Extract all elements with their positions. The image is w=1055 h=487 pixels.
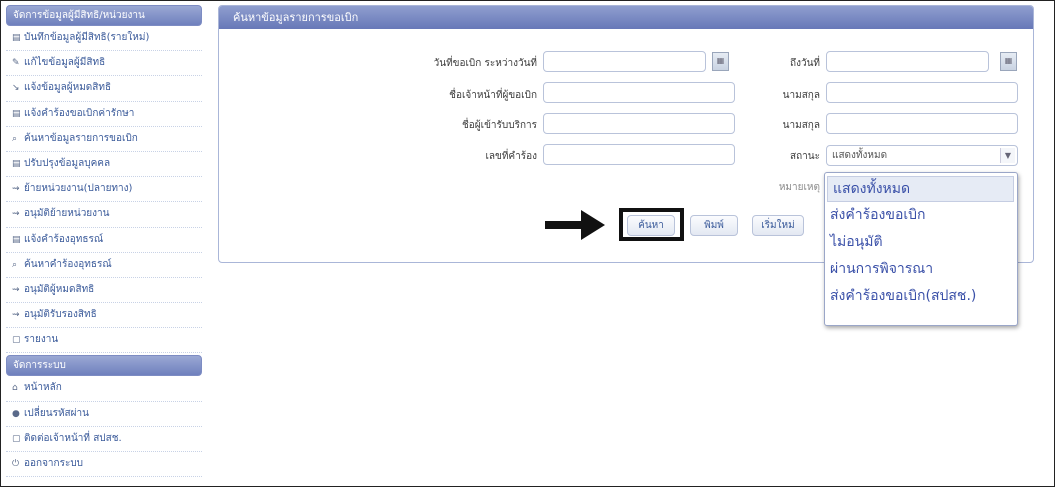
- sidebar-item-system-0[interactable]: ⌂ หน้าหลัก: [6, 376, 202, 402]
- date-to-input[interactable]: [826, 51, 989, 72]
- sidebar-item-label: แจ้งคำร้องอุทธรณ์: [24, 233, 104, 245]
- officer-name-input[interactable]: [543, 82, 735, 103]
- request-no-label: เลขที่คำร้อง: [485, 151, 537, 162]
- annotation-arrow-icon: [545, 210, 605, 240]
- menu-icon: ●: [12, 408, 20, 419]
- sidebar-item-records-11[interactable]: ⇝ อนุมัติรับรองสิทธิ: [6, 303, 202, 329]
- reset-button[interactable]: เริ่มใหม่: [752, 215, 804, 236]
- status-select-value: แสดงทั้งหมด: [832, 150, 888, 161]
- sidebar-item-label: ติดต่อเจ้าหน้าที่ สปสช.: [24, 432, 122, 444]
- panel-title: ค้นหาข้อมูลรายการขอเบิก: [219, 6, 1033, 29]
- menu-icon: ▢: [12, 335, 21, 346]
- officer-surname-label: นามสกุล: [782, 90, 820, 101]
- menu-icon: ⌕: [12, 133, 18, 144]
- sidebar-item-records-10[interactable]: ⇝ อนุมัติผู้หมดสิทธิ: [6, 278, 202, 304]
- sidebar-item-label: ปรับปรุงข้อมูลบุคคล: [24, 157, 111, 169]
- sidebar-item-records-7[interactable]: ⇝ อนุมัติย้ายหน่วยงาน: [6, 202, 202, 228]
- recipient-name-label: ชื่อผู้เข้ารับบริการ: [462, 120, 537, 131]
- sidebar-item-label: หน้าหลัก: [24, 382, 62, 394]
- status-dropdown-list: แสดงทั้งหมด ส่งคำร้องขอเบิก ไม่อนุมัติ ผ่าน…: [824, 172, 1018, 326]
- sidebar-item-label: ค้นหาข้อมูลรายการขอเบิก: [24, 132, 138, 144]
- sidebar-item-records-9[interactable]: ⌕ ค้นหาคำร้องอุทธรณ์: [6, 253, 202, 278]
- remark-label: หมายเหตุ: [778, 182, 820, 193]
- recipient-surname-label: นามสกุล: [782, 120, 820, 131]
- status-option[interactable]: ไม่อนุมัติ: [825, 229, 1017, 256]
- sidebar-item-label: อนุมัติย้ายหน่วยงาน: [24, 208, 110, 220]
- menu-icon: ⇝: [12, 310, 20, 321]
- sidebar-item-records-4[interactable]: ⌕ ค้นหาข้อมูลรายการขอเบิก: [6, 127, 202, 152]
- sidebar-menu-system: ⌂ หน้าหลัก ● เปลี่ยนรหัสผ่าน ▢ ติดต่อเจ้าหน้า…: [6, 376, 202, 478]
- sidebar-item-label: อนุมัติผู้หมดสิทธิ: [24, 283, 95, 295]
- request-no-input[interactable]: [543, 144, 735, 165]
- sidebar-item-system-1[interactable]: ● เปลี่ยนรหัสผ่าน: [6, 402, 202, 427]
- menu-icon: ⇝: [12, 284, 20, 295]
- annotation-highlight-box: [619, 208, 684, 241]
- status-select[interactable]: แสดงทั้งหมด ▼: [826, 145, 1018, 166]
- menu-icon: ✎: [12, 58, 20, 69]
- recipient-surname-input[interactable]: [826, 113, 1018, 134]
- sidebar-item-label: ค้นหาคำร้องอุทธรณ์: [24, 258, 112, 270]
- sidebar-menu-records: ▤ บันทึกข้อมูลผู้มีสิทธิ(รายใหม่) ✎ แก้ไขข้…: [6, 26, 202, 354]
- sidebar-item-records-5[interactable]: ▤ ปรับปรุงข้อมูลบุคคล: [6, 152, 202, 178]
- officer-name-label: ชื่อเจ้าหน้าที่ผู้ขอเบิก: [449, 90, 537, 101]
- officer-surname-input[interactable]: [826, 82, 1018, 103]
- sidebar-item-label: แจ้งคำร้องขอเบิกค่ารักษา: [24, 107, 135, 119]
- menu-icon: ▢: [12, 433, 21, 444]
- status-option[interactable]: ส่งคำร้องขอเบิก: [825, 202, 1017, 229]
- sidebar-item-label: ย้ายหน่วยงาน(ปลายทาง): [24, 183, 133, 195]
- menu-icon: ⇝: [12, 209, 20, 220]
- date-from-input[interactable]: [543, 51, 706, 72]
- calendar-icon[interactable]: ▦: [1000, 52, 1017, 71]
- sidebar-item-system-2[interactable]: ▢ ติดต่อเจ้าหน้าที่ สปสช.: [6, 427, 202, 452]
- menu-icon: ▤: [12, 158, 21, 169]
- sidebar-item-records-2[interactable]: ↘ แจ้งข้อมูลผู้หมดสิทธิ: [6, 76, 202, 102]
- sidebar-item-records-12[interactable]: ▢ รายงาน: [6, 328, 202, 354]
- sidebar-item-label: เปลี่ยนรหัสผ่าน: [24, 407, 89, 419]
- status-option[interactable]: ส่งคำร้องขอเบิก(สปสช.): [825, 283, 1017, 310]
- menu-icon: ↘: [12, 83, 20, 94]
- sidebar-section-title-system: จัดการระบบ: [6, 355, 202, 377]
- sidebar-item-label: รายงาน: [24, 334, 59, 346]
- menu-icon: ▤: [12, 108, 21, 119]
- date-to-label: ถึงวันที่: [790, 58, 820, 69]
- print-button[interactable]: พิมพ์: [690, 215, 738, 236]
- menu-icon: ⇝: [12, 184, 20, 195]
- sidebar-item-label: อนุมัติรับรองสิทธิ: [24, 309, 97, 321]
- menu-icon: ⌕: [12, 259, 18, 270]
- sidebar-item-label: บันทึกข้อมูลผู้มีสิทธิ(รายใหม่): [24, 32, 150, 43]
- status-option[interactable]: ผ่านการพิจารณา: [825, 256, 1017, 283]
- menu-icon: ▤: [12, 33, 21, 43]
- sidebar-item-records-6[interactable]: ⇝ ย้ายหน่วยงาน(ปลายทาง): [6, 177, 202, 203]
- sidebar-item-records-0[interactable]: ▤ บันทึกข้อมูลผู้มีสิทธิ(รายใหม่): [6, 26, 202, 52]
- sidebar-item-records-1[interactable]: ✎ แก้ไขข้อมูลผู้มีสิทธิ: [6, 51, 202, 77]
- sidebar-section-title-records: จัดการข้อมูลผู้มีสิทธิ/หน่วยงาน: [6, 5, 202, 26]
- sidebar-item-label: แก้ไขข้อมูลผู้มีสิทธิ: [24, 57, 106, 69]
- date-from-label: วันที่ขอเบิก ระหว่างวันที่: [433, 58, 537, 69]
- menu-icon: ⏻: [12, 459, 20, 469]
- sidebar: จัดการข้อมูลผู้มีสิทธิ/หน่วยงาน ▤ บันทึกข…: [6, 5, 202, 478]
- menu-icon: ⌂: [12, 383, 18, 394]
- status-label: สถานะ: [790, 151, 820, 162]
- sidebar-item-records-3[interactable]: ▤ แจ้งคำร้องขอเบิกค่ารักษา: [6, 102, 202, 127]
- chevron-down-icon[interactable]: ▼: [1000, 148, 1015, 163]
- sidebar-item-records-8[interactable]: ▤ แจ้งคำร้องอุทธรณ์: [6, 228, 202, 253]
- menu-icon: ▤: [12, 234, 21, 245]
- sidebar-item-label: แจ้งข้อมูลผู้หมดสิทธิ: [24, 82, 112, 94]
- status-option[interactable]: แสดงทั้งหมด: [827, 176, 1014, 202]
- sidebar-item-system-3[interactable]: ⏻ ออกจากระบบ: [6, 452, 202, 478]
- calendar-icon[interactable]: ▦: [712, 52, 729, 71]
- recipient-name-input[interactable]: [543, 113, 735, 134]
- sidebar-item-label: ออกจากระบบ: [24, 458, 84, 469]
